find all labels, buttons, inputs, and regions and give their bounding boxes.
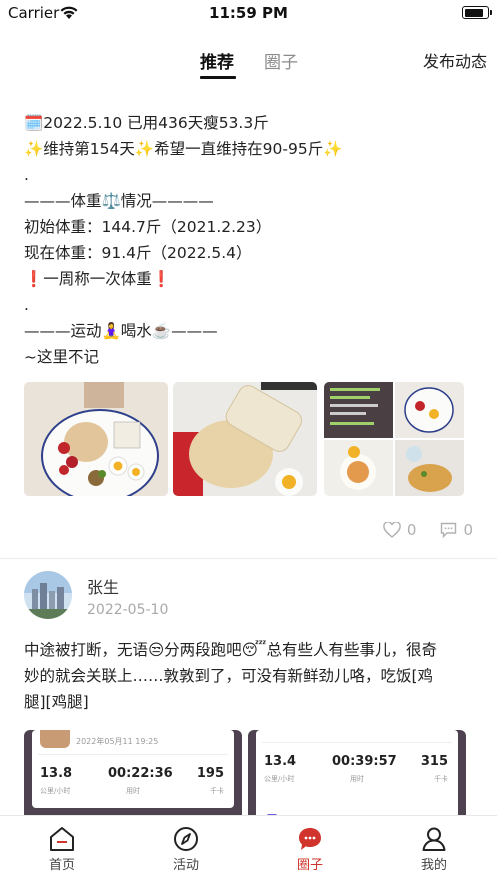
chat-bubble-icon: [299, 828, 321, 850]
home-icon: [50, 827, 74, 851]
comment-button[interactable]: 0: [440, 521, 473, 539]
post-line: 初始体重：144.7斤（2021.2.23）: [24, 218, 272, 236]
post-image[interactable]: [324, 382, 464, 496]
person-icon: [422, 827, 446, 851]
calories-value: 315: [420, 754, 448, 769]
battery-fill: [464, 8, 484, 17]
active-tab-indicator: [200, 76, 236, 79]
speed-value: 13.8: [40, 766, 73, 781]
tabbar-item-circle[interactable]: 圈子: [270, 826, 350, 873]
post-line: ———运动🧘‍♀️喝水☕️———: [24, 322, 218, 340]
card-timestamp: 2022年05月11 19:25: [76, 737, 159, 746]
top-header: 推荐 圈子 发布动态: [0, 40, 497, 84]
post-line: 现在体重：91.4斤（2022.5.4）: [24, 244, 252, 262]
tab-circle[interactable]: 圈子: [264, 48, 298, 73]
post-line: 中途被打断，无语😒分两段跑吧😴总有些人有些事儿，很奇: [24, 641, 438, 659]
status-time: 11:59 PM: [209, 4, 288, 22]
tabbar-label: 我的: [420, 858, 447, 873]
tabbar-label: 首页: [48, 858, 75, 873]
author-name[interactable]: 张生: [87, 574, 119, 598]
food-photo: [173, 382, 317, 496]
card-divider: [38, 754, 228, 755]
battery-icon: [462, 6, 492, 19]
calories-label: 千卡: [434, 775, 448, 783]
speed-value: 13.4: [264, 754, 297, 769]
tabbar-label: 活动: [172, 858, 199, 873]
workout-card-body: 13.4 公里/小时 00:39:57 用时 315 千卡: [256, 730, 458, 808]
heart-icon: [383, 522, 401, 538]
calories-value: 195: [196, 766, 224, 781]
duration-value: 00:22:36: [108, 766, 173, 781]
status-bar: Carrier 11:59 PM: [0, 0, 497, 26]
post-line: .: [24, 296, 29, 314]
tabbar-item-home[interactable]: 首页: [22, 826, 102, 873]
post-image[interactable]: [173, 382, 317, 496]
workout-card-body: 2022年05月11 19:25 13.8 公里/小时 00:22:36 用时 …: [32, 730, 234, 808]
feed[interactable]: 🗓️2022.5.10 已用436天瘦53.3斤 ✨维持第154天✨希望一直维持…: [0, 100, 497, 815]
speed-label: 公里/小时: [264, 775, 295, 783]
calories-label: 千卡: [210, 787, 224, 795]
like-button[interactable]: 0: [383, 521, 417, 539]
post-1-actions: 0 0: [365, 520, 473, 540]
post-line: ~这里不记: [24, 348, 99, 366]
post-line: 腿][鸡腿]: [24, 693, 89, 711]
post-image[interactable]: [24, 382, 168, 496]
workout-card[interactable]: 13.4 公里/小时 00:39:57 用时 315 千卡: [248, 730, 466, 815]
avatar[interactable]: [24, 571, 72, 619]
post-line: 🗓️2022.5.10 已用436天瘦53.3斤: [24, 114, 269, 132]
post-divider: [0, 558, 497, 559]
tab-recommend[interactable]: 推荐: [200, 48, 234, 73]
publish-post-button[interactable]: 发布动态: [423, 48, 487, 72]
compass-icon: [174, 827, 198, 851]
card-avatar: [40, 730, 70, 748]
post-line: ———体重⚖️情况————: [24, 192, 214, 210]
post-line: ❗️一周称一次体重❗️: [24, 270, 172, 288]
post-date: 2022-05-10: [87, 602, 169, 618]
comment-count: 0: [463, 521, 473, 539]
post-line: 妙的就会关联上……敦敦到了，可没有新鲜劲儿咯，吃饭[鸡: [24, 667, 434, 685]
tabbar-label: 圈子: [296, 858, 323, 873]
post-line: .: [24, 166, 29, 184]
post-1-text[interactable]: 🗓️2022.5.10 已用436天瘦53.3斤 ✨维持第154天✨希望一直维持…: [0, 110, 497, 370]
bottom-tab-bar: 首页 活动 圈子 我的: [0, 815, 497, 883]
tabbar-item-me[interactable]: 我的: [394, 826, 474, 873]
tabbar-item-activity[interactable]: 活动: [146, 826, 226, 873]
duration-label: 用时: [350, 775, 364, 783]
post-2-text[interactable]: 中途被打断，无语😒分两段跑吧😴总有些人有些事儿，很奇 妙的就会关联上……敦敦到了…: [24, 637, 476, 715]
avatar-photo: [24, 571, 72, 619]
duration-value: 00:39:57: [332, 754, 397, 769]
like-count: 0: [406, 521, 417, 539]
workout-card[interactable]: 2022年05月11 19:25 13.8 公里/小时 00:22:36 用时 …: [24, 730, 242, 815]
post-2[interactable]: 张生 2022-05-10 中途被打断，无语😒分两段跑吧😴总有些人有些事儿，很奇…: [0, 571, 497, 815]
battery-nub: [490, 10, 492, 15]
post-line: ✨维持第154天✨希望一直维持在90-95斤✨: [24, 140, 343, 158]
workout-card-body-2: [256, 802, 458, 815]
speed-label: 公里/小时: [40, 787, 71, 795]
post-1-images: [24, 382, 464, 496]
duration-label: 用时: [126, 787, 140, 795]
food-photo-collage: [324, 382, 464, 496]
food-photo: [24, 382, 168, 496]
card-divider: [262, 742, 452, 743]
comment-icon: [441, 522, 457, 538]
